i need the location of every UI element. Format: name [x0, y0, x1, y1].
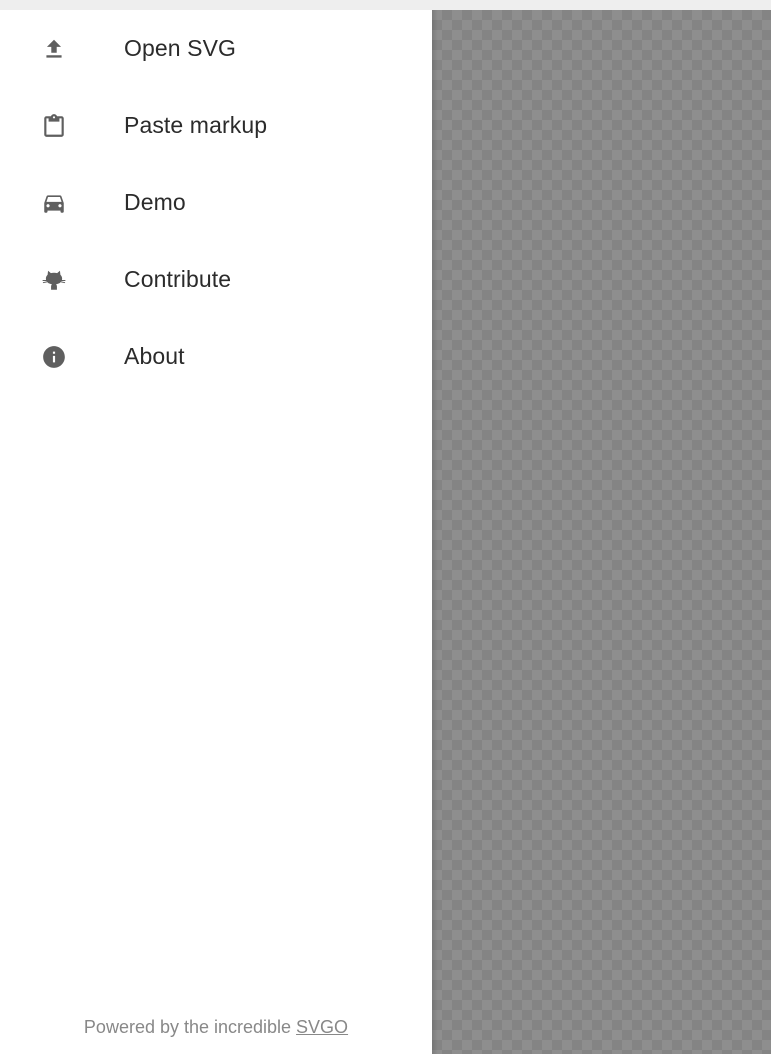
menu-item-label: Paste markup: [124, 112, 268, 138]
footer-text: Powered by the incredible: [83, 1017, 297, 1037]
upload-icon: [41, 36, 67, 62]
car-icon: [41, 190, 67, 216]
menu-item-label: Open SVG: [124, 35, 237, 61]
app-window: Open SVG Paste markup Demo Contribute Ab…: [0, 0, 771, 1054]
drawer-backdrop-overlay[interactable]: [432, 10, 771, 1054]
svgo-link[interactable]: SVGO: [296, 1017, 348, 1037]
github-octocat-icon: [41, 267, 67, 293]
info-icon: [41, 344, 67, 370]
menu-item-paste-markup[interactable]: Paste markup: [0, 87, 432, 164]
menu-item-about[interactable]: About: [0, 318, 432, 395]
menu-item-contribute[interactable]: Contribute: [0, 241, 432, 318]
drawer-shadow: [432, 10, 438, 1054]
menu-item-demo[interactable]: Demo: [0, 164, 432, 241]
clipboard-icon: [41, 113, 67, 139]
top-bar-strip: [0, 0, 771, 10]
menu-item-label: Contribute: [124, 266, 232, 292]
navigation-drawer: Open SVG Paste markup Demo Contribute Ab…: [0, 10, 432, 1054]
menu-item-label: About: [124, 343, 185, 369]
menu-item-label: Demo: [124, 189, 186, 215]
drawer-footer: Powered by the incredible SVGO: [0, 1017, 432, 1038]
drawer-menu: Open SVG Paste markup Demo Contribute Ab…: [0, 10, 432, 395]
menu-item-open-svg[interactable]: Open SVG: [0, 10, 432, 87]
